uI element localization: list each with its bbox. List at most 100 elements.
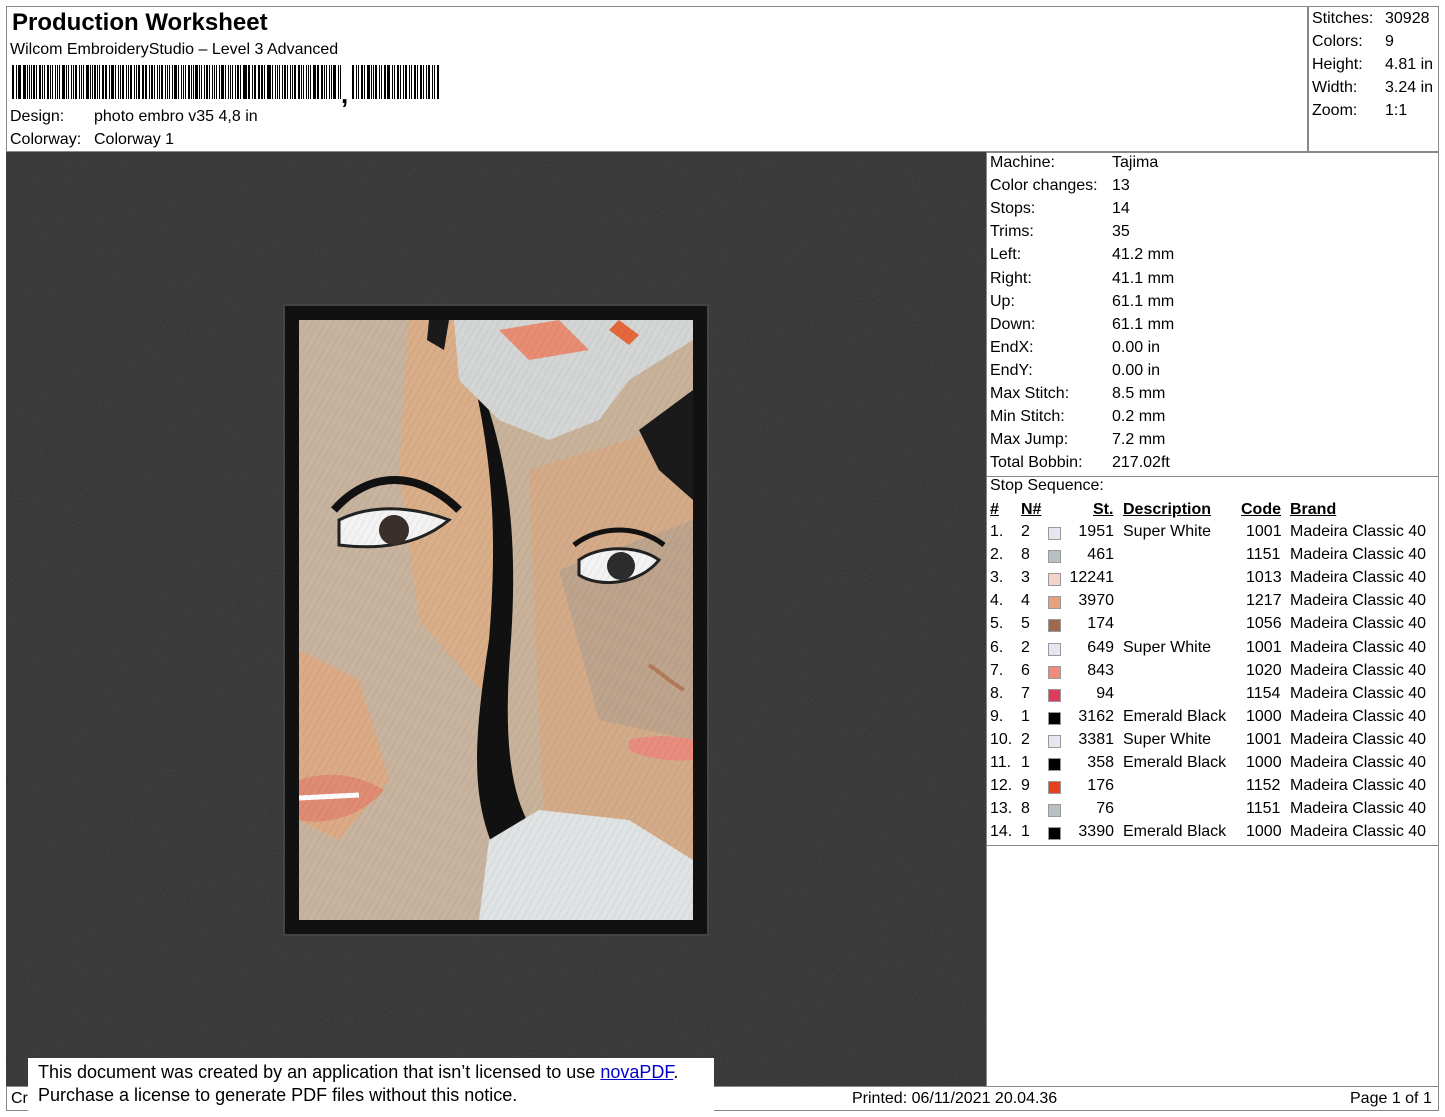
needle-number: 2 (1021, 638, 1030, 656)
barcode-bar (211, 65, 213, 99)
barcode-bar (68, 65, 70, 99)
table-row: 5. 5 174 1056 Madeira Classic 40 (987, 615, 1437, 638)
thread-brand: Madeira Classic 40 (1290, 569, 1427, 587)
thread-code: 1154 (1246, 684, 1281, 702)
thread-brand: Madeira Classic 40 (1290, 592, 1427, 610)
barcode-bar (42, 65, 44, 99)
barcode-bar (36, 65, 37, 99)
info-row: Max Stitch: 8.5 mm (990, 385, 1165, 403)
barcode-bar (28, 65, 30, 99)
barcode-bar (237, 65, 239, 99)
info-label: Trims: (990, 223, 1034, 241)
novapdf-link[interactable]: novaPDF (600, 1062, 673, 1082)
row-number: 14. (990, 823, 1013, 841)
thread-brand: Madeira Classic 40 (1290, 546, 1427, 564)
colorway-label: Colorway: (10, 131, 82, 148)
stop-sequence-title: Stop Sequence: (990, 477, 1104, 494)
printed-timestamp: Printed: 06/11/2021 20.04.36 (852, 1090, 1058, 1107)
barcode-bar (357, 65, 359, 99)
needle-number: 9 (1021, 777, 1030, 795)
barcode-secondary (352, 65, 440, 99)
color-swatch (1048, 550, 1061, 564)
needle-number: 3 (1021, 569, 1030, 587)
stat-row: Height: 4.81 in (1312, 56, 1433, 74)
info-value: Tajima (1112, 154, 1159, 171)
barcode-bar (149, 65, 150, 99)
thread-code: 1001 (1246, 730, 1282, 748)
barcode-bar (122, 65, 124, 99)
info-label: Stops: (990, 200, 1036, 218)
table-row: 6. 2 649 Super White 1001 Madeira Classic 40 (987, 639, 1437, 662)
barcode-bar (167, 65, 169, 99)
thread-brand: Madeira Classic 40 (1290, 684, 1427, 702)
col-header-number: # (990, 501, 999, 518)
col-header-stitches: St. (1093, 501, 1114, 518)
info-label: Min Stitch: (990, 408, 1065, 426)
barcode-bar (432, 65, 434, 99)
barcode-bar (392, 65, 393, 99)
barcode-bar (310, 65, 311, 99)
needle-number: 8 (1021, 546, 1030, 564)
barcode-bar (251, 65, 253, 99)
thread-brand: Madeira Classic 40 (1290, 523, 1427, 540)
barcode-bar (298, 65, 300, 99)
barcode-bar (98, 65, 100, 99)
barcode-bar (190, 65, 192, 99)
stat-label: Zoom: (1312, 102, 1358, 119)
stitch-count: 3970 (1078, 592, 1114, 610)
stitch-count: 649 (1087, 638, 1114, 656)
barcode-bar (159, 65, 161, 99)
info-value: 13 (1112, 177, 1130, 195)
barcode-bar (282, 65, 284, 99)
stat-value: 1:1 (1385, 102, 1408, 119)
sequence-panel-blank (986, 846, 1439, 1086)
thread-description: Emerald Black (1123, 754, 1227, 771)
barcode-bar (213, 65, 215, 99)
thread-code: 1013 (1246, 569, 1282, 587)
needle-number: 1 (1021, 754, 1030, 771)
barcode-bar (302, 65, 304, 99)
table-row: 3. 3 12241 1013 Madeira Classic 40 (987, 569, 1437, 592)
needle-number: 4 (1021, 592, 1030, 610)
barcode-bar (321, 65, 323, 99)
stat-value: 9 (1385, 33, 1394, 50)
barcode-bar (393, 65, 395, 99)
barcode-bar (318, 65, 320, 99)
barcode-bar (157, 65, 159, 99)
barcode-bar (381, 65, 383, 99)
barcode-bar (125, 65, 127, 99)
col-header-brand: Brand (1290, 501, 1337, 518)
stat-row: Zoom: 1:1 (1312, 102, 1407, 120)
row-number: 5. (990, 615, 1004, 633)
info-label: Left: (990, 246, 1022, 264)
barcode-bar (118, 65, 120, 99)
thread-code: 1152 (1246, 777, 1281, 795)
barcode-bar (417, 65, 419, 99)
barcode-bar (242, 65, 244, 99)
needle-number: 5 (1021, 615, 1030, 633)
needle-number: 8 (1021, 800, 1030, 818)
color-swatch (1048, 827, 1061, 841)
design-stats: Stitches: 30928 Colors: 9 Height: 4.81 in Widt… (1308, 6, 1439, 152)
info-value: 61.1 mm (1112, 292, 1175, 310)
color-swatch (1048, 688, 1061, 702)
row-number: 4. (990, 592, 1004, 610)
barcode-bar (221, 65, 224, 99)
barcode-bar (141, 65, 143, 99)
barcode-bar (312, 65, 316, 99)
barcode-bar (150, 65, 154, 99)
info-row: EndX: 0.00 in (990, 339, 1160, 357)
barcode-bar (33, 65, 36, 99)
barcode-bar (206, 65, 209, 99)
barcode-bar (289, 65, 291, 99)
stat-value: 30928 (1385, 10, 1430, 27)
info-row: Total Bobbin: 217.02ft (990, 454, 1170, 472)
notice-line-1-text: This document was created by an applicat… (38, 1062, 601, 1082)
barcode-bar (227, 65, 229, 99)
barcode-bar (375, 65, 378, 99)
stitch-count: 3381 (1078, 730, 1114, 748)
thread-brand: Madeira Classic 40 (1290, 823, 1427, 841)
barcode-bar (387, 65, 391, 99)
barcode-bar (316, 65, 318, 99)
stat-value: 4.81 in (1385, 56, 1434, 73)
